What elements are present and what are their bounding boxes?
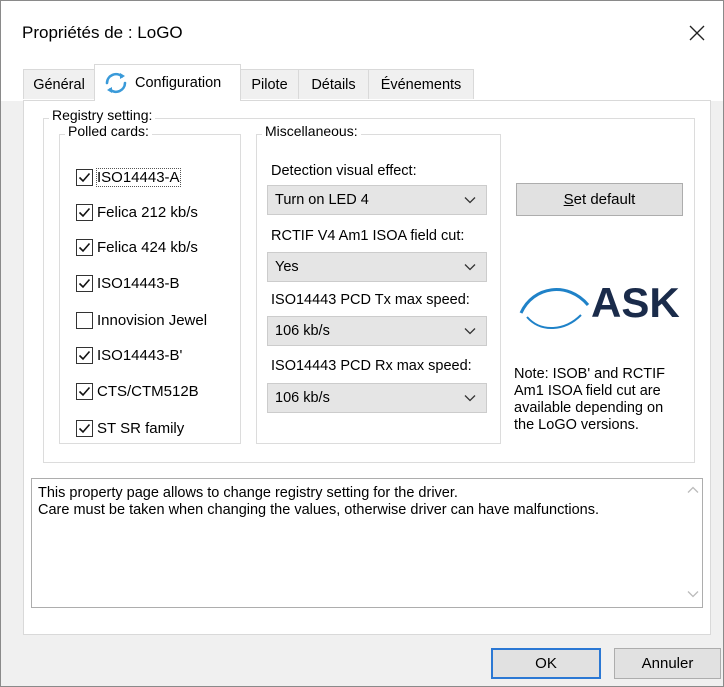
cancel-label: Annuler [641, 655, 694, 672]
ok-button[interactable]: OK [491, 648, 601, 679]
checkmark-icon [78, 350, 91, 360]
checkbox-box [76, 274, 93, 292]
tab-general[interactable]: Général [23, 69, 95, 99]
checkbox-innovision-jewel[interactable]: Innovision Jewel [76, 309, 207, 331]
checkmark-icon [78, 423, 91, 433]
checkbox-iso14443-b-prime[interactable]: ISO14443-B' [76, 344, 182, 366]
tab-configuration[interactable]: Configuration [94, 64, 241, 101]
set-default-label: Set default [564, 191, 636, 208]
checkbox-st-sr-family[interactable]: ST SR family [76, 417, 184, 439]
pcd-rx-speed-select[interactable]: 106 kb/s [267, 383, 487, 413]
pcd-rx-speed-label: ISO14443 PCD Rx max speed: [271, 358, 472, 374]
polled-cards-legend: Polled cards: [65, 123, 152, 139]
tab-evenements[interactable]: Événements [368, 69, 474, 99]
checkbox-label: Innovision Jewel [97, 311, 208, 329]
checkbox-label: ISO14443-A [96, 167, 181, 187]
chevron-down-icon [464, 197, 476, 204]
checkbox-label: Felica 424 kb/s [97, 238, 198, 256]
miscellaneous-legend: Miscellaneous: [262, 123, 361, 139]
checkmark-icon [78, 242, 91, 252]
ask-logo: ASK [519, 279, 680, 330]
checkbox-label: ST SR family [97, 419, 185, 437]
detection-visual-effect-select[interactable]: Turn on LED 4 [267, 185, 487, 215]
select-value: Turn on LED 4 [275, 192, 369, 208]
description-textbox[interactable]: This property page allows to change regi… [31, 478, 703, 608]
scroll-up-icon[interactable] [687, 485, 699, 495]
checkmark-icon [78, 386, 91, 396]
vertical-scrollbar[interactable] [685, 479, 702, 607]
checkbox-box [76, 238, 93, 256]
checkbox-box [76, 168, 93, 186]
checkbox-box [76, 382, 93, 400]
ask-logo-text: ASK [591, 279, 680, 326]
select-value: Yes [275, 259, 299, 275]
select-value: 106 kb/s [275, 323, 330, 339]
properties-dialog: Propriétés de : LoGO Général Configurati… [0, 0, 724, 687]
tab-label: Détails [311, 76, 356, 93]
tab-label: Configuration [135, 75, 222, 91]
checkbox-felica-212[interactable]: Felica 212 kb/s [76, 201, 198, 223]
scroll-down-icon[interactable] [687, 589, 699, 599]
versions-note: Note: ISOB' and RCTIF Am1 ISOA field cut… [514, 366, 666, 433]
window-title: Propriétés de : LoGO [22, 23, 183, 42]
tab-details[interactable]: Détails [298, 69, 369, 99]
checkbox-cts-ctm512b[interactable]: CTS/CTM512B [76, 380, 199, 402]
chevron-down-icon [464, 395, 476, 402]
close-button[interactable] [679, 15, 715, 51]
checkbox-box [76, 203, 93, 221]
description-text: This property page allows to change regi… [38, 485, 599, 518]
set-default-button[interactable]: Set default [516, 183, 683, 216]
tab-label: Événements [380, 76, 462, 93]
rctif-field-cut-select[interactable]: Yes [267, 252, 487, 282]
chevron-down-icon [464, 328, 476, 335]
checkbox-label: CTS/CTM512B [97, 382, 199, 400]
checkbox-iso14443-b[interactable]: ISO14443-B [76, 272, 180, 294]
rctif-field-cut-label: RCTIF V4 Am1 ISOA field cut: [271, 228, 465, 244]
checkbox-box [76, 419, 93, 437]
registry-setting-legend: Registry setting: [49, 107, 156, 123]
set-default-label-rest: et default [573, 191, 636, 208]
detection-visual-effect-label: Detection visual effect: [271, 163, 417, 179]
configuration-icon [105, 72, 127, 94]
checkbox-label: Felica 212 kb/s [97, 203, 198, 221]
checkmark-icon [78, 207, 91, 217]
chevron-down-icon [464, 264, 476, 271]
pcd-tx-speed-select[interactable]: 106 kb/s [267, 316, 487, 346]
checkbox-label: ISO14443-B' [97, 346, 183, 364]
tab-pilote[interactable]: Pilote [240, 69, 299, 99]
checkmark-icon [78, 278, 91, 288]
ok-label: OK [535, 655, 557, 672]
checkmark-icon [78, 172, 91, 182]
checkbox-label: ISO14443-B [97, 274, 180, 292]
close-icon [689, 25, 705, 41]
pcd-tx-speed-label: ISO14443 PCD Tx max speed: [271, 292, 470, 308]
title-bar: Propriétés de : LoGO [1, 1, 723, 67]
tab-label: Pilote [251, 76, 288, 93]
ask-logo-arc [519, 288, 590, 314]
select-value: 106 kb/s [275, 390, 330, 406]
checkbox-box [76, 311, 93, 329]
checkbox-iso14443-a[interactable]: ISO14443-A [76, 166, 181, 188]
checkbox-box [76, 346, 93, 364]
checkbox-felica-424[interactable]: Felica 424 kb/s [76, 236, 198, 258]
set-default-accelerator: S [563, 191, 574, 208]
tab-label: Général [33, 76, 85, 93]
cancel-button[interactable]: Annuler [614, 648, 721, 679]
ask-logo-arc-lower [526, 314, 582, 330]
